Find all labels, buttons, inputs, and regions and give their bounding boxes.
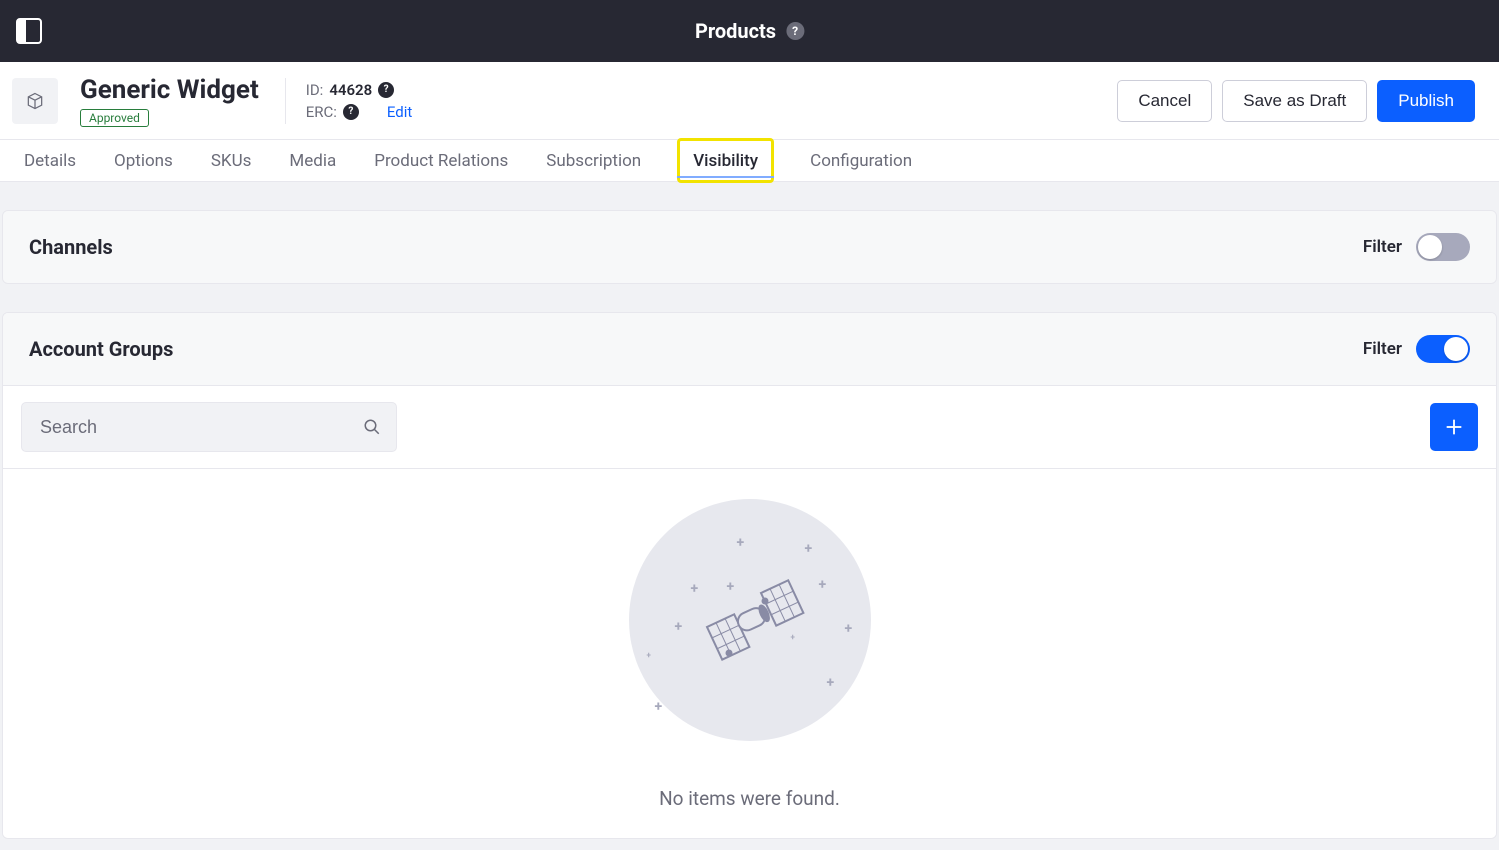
account-groups-panel: Account Groups Filter + + + + + +: [2, 312, 1497, 839]
sidebar-toggle-icon[interactable]: [16, 18, 42, 44]
tab-subscription[interactable]: Subscription: [546, 140, 641, 181]
tab-media[interactable]: Media: [289, 140, 336, 181]
tab-visibility[interactable]: Visibility: [679, 140, 772, 181]
tabs: Details Options SKUs Media Product Relat…: [0, 140, 1499, 182]
save-draft-button[interactable]: Save as Draft: [1222, 80, 1367, 122]
id-help-icon[interactable]: ?: [378, 82, 394, 98]
page-title: Products: [695, 19, 776, 43]
tab-product-relations[interactable]: Product Relations: [374, 140, 508, 181]
tab-configuration[interactable]: Configuration: [810, 140, 912, 181]
id-value: 44628: [329, 81, 372, 99]
channels-title: Channels: [29, 235, 113, 259]
empty-message: No items were found.: [659, 787, 840, 810]
account-groups-filter-label: Filter: [1363, 339, 1402, 359]
page-header: Generic Widget Approved ID: 44628 ? ERC:…: [0, 62, 1499, 140]
channels-filter-label: Filter: [1363, 237, 1402, 257]
product-meta: ID: 44628 ? ERC: ? Edit: [285, 78, 413, 124]
tab-options[interactable]: Options: [114, 140, 173, 181]
search-input[interactable]: [21, 402, 397, 452]
erc-help-icon[interactable]: ?: [343, 104, 359, 120]
account-groups-title: Account Groups: [29, 337, 173, 361]
id-label: ID:: [306, 81, 324, 99]
search-wrap: [21, 402, 397, 452]
status-badge: Approved: [80, 109, 149, 127]
cancel-button[interactable]: Cancel: [1117, 80, 1212, 122]
product-thumbnail: [12, 78, 58, 124]
account-groups-filter-toggle[interactable]: [1416, 335, 1470, 363]
content-area: Channels Filter Account Groups Filter: [0, 182, 1499, 839]
plus-icon: [1443, 416, 1465, 438]
tab-details[interactable]: Details: [24, 140, 76, 181]
add-button[interactable]: [1430, 403, 1478, 451]
empty-state: + + + + + + + + + + +: [3, 469, 1496, 838]
search-icon: [363, 418, 381, 436]
satellite-icon: [695, 575, 805, 685]
edit-link[interactable]: Edit: [387, 103, 412, 121]
help-icon[interactable]: ?: [786, 22, 804, 40]
topbar: Products ?: [0, 0, 1499, 62]
erc-label: ERC:: [306, 103, 337, 121]
channels-filter-toggle[interactable]: [1416, 233, 1470, 261]
empty-illustration: + + + + + + + + + + +: [629, 499, 871, 741]
channels-panel: Channels Filter: [2, 210, 1497, 284]
publish-button[interactable]: Publish: [1377, 80, 1475, 122]
product-name: Generic Widget: [80, 75, 259, 105]
tab-skus[interactable]: SKUs: [211, 140, 252, 181]
